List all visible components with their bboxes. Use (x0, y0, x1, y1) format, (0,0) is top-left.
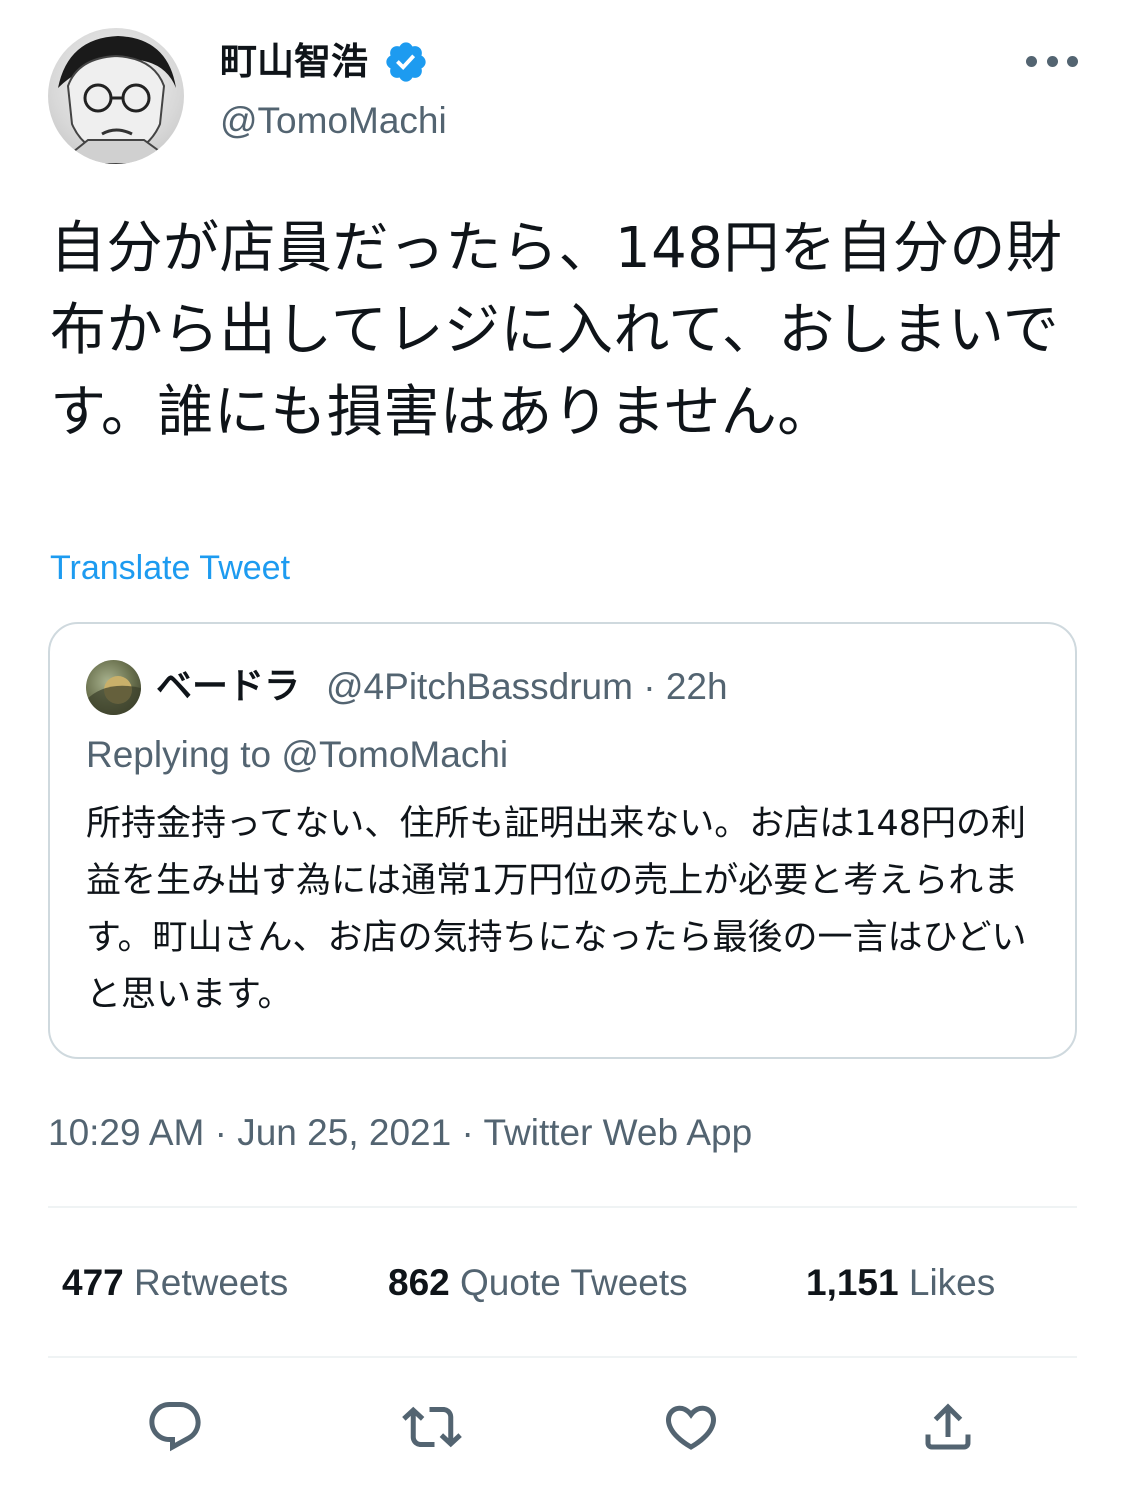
retweets-count: 477 (62, 1262, 124, 1303)
quoted-time: 22h (665, 666, 728, 707)
quoted-handle: @4PitchBassdrum (326, 666, 633, 707)
share-icon (925, 1403, 971, 1450)
quoted-handle-line: @4PitchBassdrum · 22h (326, 662, 728, 712)
retweet-icon (402, 1406, 462, 1448)
retweet-button[interactable] (402, 1397, 462, 1457)
quotes-label: Quote Tweets (460, 1262, 688, 1303)
separator: · (643, 666, 656, 707)
tweet-time[interactable]: 10:29 AM (48, 1112, 204, 1153)
divider (48, 1356, 1077, 1358)
avatar-illustration-icon (58, 36, 176, 164)
reply-button[interactable] (145, 1397, 205, 1457)
replying-prefix: Replying to (86, 734, 272, 775)
dot (1026, 55, 1037, 67)
quoted-display-name: ベードラ (156, 666, 301, 707)
quotes-count: 862 (388, 1262, 450, 1303)
retweets-stat[interactable]: 477 Retweets (62, 1258, 288, 1308)
tweet-meta: 10:29 AM · Jun 25, 2021 · Twitter Web Ap… (48, 1108, 752, 1158)
divider (48, 1206, 1077, 1208)
author-display-name[interactable]: 町山智浩 (220, 36, 368, 88)
retweets-label: Retweets (134, 1262, 289, 1303)
separator: · (214, 1112, 227, 1153)
likes-label: Likes (908, 1262, 996, 1303)
tweet-date[interactable]: Jun 25, 2021 (237, 1112, 451, 1153)
translate-tweet-link[interactable]: Translate Tweet (50, 545, 290, 591)
quoted-tweet[interactable]: ベードラ @4PitchBassdrum · 22h Replying to @… (48, 622, 1077, 1059)
quoted-tweet-text: 所持金持ってない、住所も証明出来ない。お店は148円の利益を生み出す為には通常1… (86, 804, 1027, 1015)
like-button[interactable] (661, 1397, 721, 1457)
quoted-avatar (86, 660, 141, 715)
author-handle[interactable]: @TomoMachi (220, 95, 447, 147)
avatar[interactable] (48, 28, 184, 164)
replying-handle[interactable]: @TomoMachi (281, 734, 508, 775)
share-button[interactable] (918, 1397, 978, 1457)
verified-badge-icon (386, 42, 426, 82)
replying-to: Replying to @TomoMachi (86, 730, 508, 780)
likes-stat[interactable]: 1,151 Likes (806, 1258, 995, 1308)
more-options-icon[interactable] (1026, 46, 1078, 76)
quote-tweets-stat[interactable]: 862 Quote Tweets (388, 1258, 688, 1308)
separator: · (461, 1112, 474, 1153)
tweet-source[interactable]: Twitter Web App (483, 1112, 752, 1153)
dot (1046, 55, 1058, 67)
reply-icon (149, 1402, 201, 1452)
dot (1067, 55, 1078, 67)
tweet-text: 自分が店員だったら、148円を自分の財布から出してレジに入れて、おしまいです。誰… (50, 216, 1063, 445)
likes-count: 1,151 (806, 1262, 899, 1303)
like-icon (665, 1405, 717, 1450)
